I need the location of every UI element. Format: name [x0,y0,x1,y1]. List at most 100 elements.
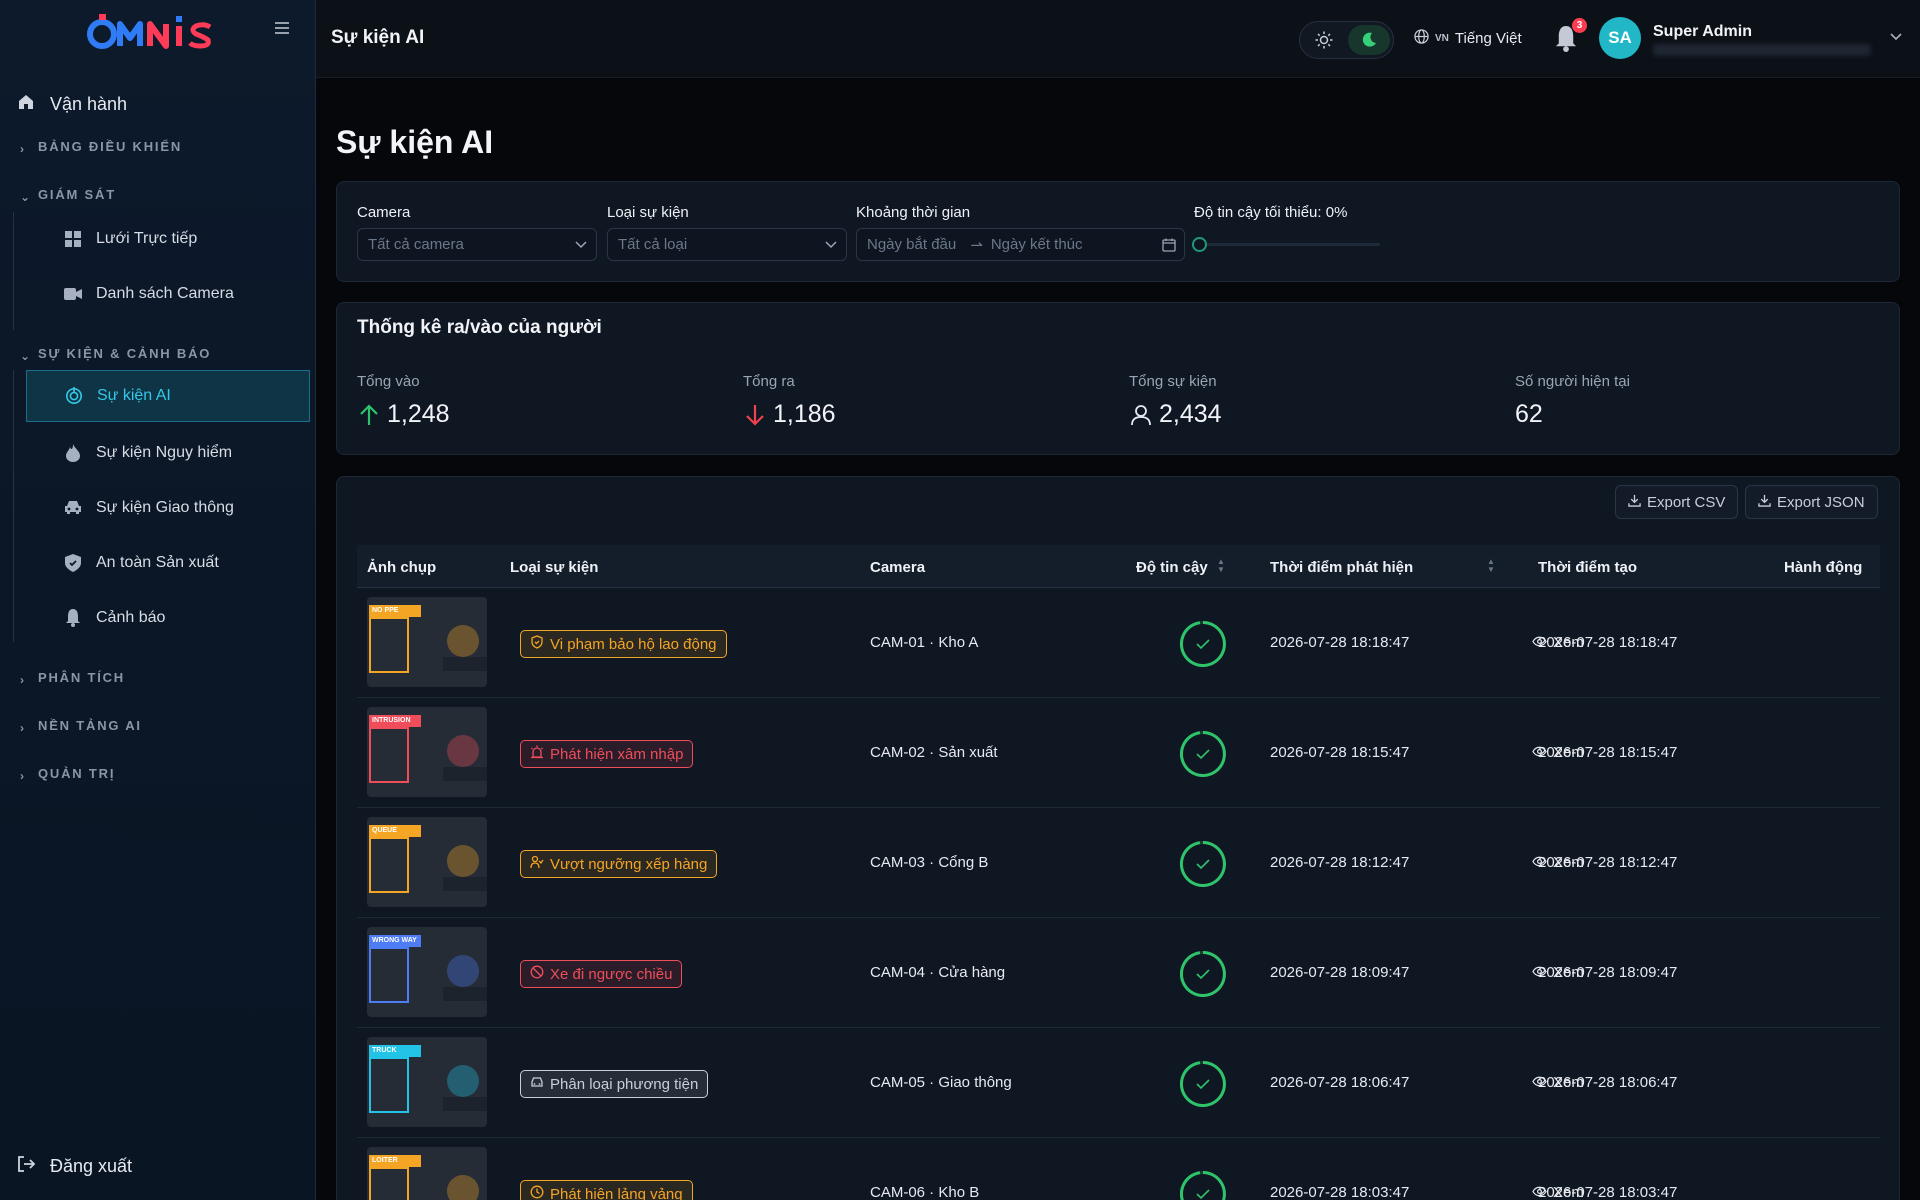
sidebar-item-danger-events[interactable]: Sự kiện Nguy hiểm [26,427,310,479]
view-button[interactable]: Xem [1532,634,1584,651]
arrow-down-icon [743,403,767,427]
sidebar-item-live-grid[interactable]: Lưới Trực tiếp [26,213,310,265]
sun-icon[interactable] [1303,25,1345,55]
sidebar-item-production-safety[interactable]: An toàn Sản xuất [26,537,310,589]
table-row: QUEUE Vượt ngưỡng xếp hàng CAM-03 · Cổng… [357,808,1880,918]
snapshot-subject [447,735,479,767]
table-header: Ảnh chụp Loại sự kiện Camera Độ tin cậy … [357,545,1880,588]
section-dashboard-label: BẢNG ĐIỀU KHIỂN [38,139,183,154]
fire-icon [64,444,82,462]
snapshot-bounding-box [369,727,409,783]
col-event-type: Loại sự kiện [510,559,599,576]
sidebar-item-alerts[interactable]: Cảnh báo [26,592,310,644]
camera-name: CAM-06 · Kho B [870,1184,980,1200]
event-snapshot-thumbnail[interactable]: LOITER [367,1147,487,1200]
table-row: INTRUSION Phát hiện xâm nhập CAM-02 · Sả… [357,698,1880,808]
section-analytics[interactable]: › PHÂN TÍCH [20,670,125,687]
user-icon [1129,403,1153,427]
section-admin[interactable]: › QUẢN TRỊ [20,766,115,783]
section-dashboard[interactable]: › BẢNG ĐIỀU KHIỂN [20,139,183,156]
sort-icon[interactable]: ▲ ▼ [1217,558,1227,574]
ban-icon [530,965,544,983]
stat-value: 62 [1515,400,1543,428]
clock-icon [530,1185,544,1200]
section-monitor[interactable]: ⌄ GIÁM SÁT [20,187,116,204]
snapshot-shadow [443,987,487,1001]
target-icon [65,387,83,405]
table-row: WRONG WAY Xe đi ngược chiều CAM-04 · Cửa… [357,918,1880,1028]
omnis-logo[interactable] [86,14,230,50]
section-platform[interactable]: › NỀN TẢNG AI [20,718,142,735]
moon-icon[interactable] [1348,25,1390,55]
sidebar-item-ai-events[interactable]: Sự kiện AI [26,370,310,422]
detected-at: 2026-07-28 18:15:47 [1270,744,1410,761]
snapshot-tag: QUEUE [369,825,421,837]
sidebar-item-camera-list[interactable]: Danh sách Camera [26,268,310,320]
view-button[interactable]: Xem [1532,964,1584,981]
logout-button[interactable]: Đăng xuất [16,1154,132,1179]
user-name[interactable]: Super Admin [1653,23,1752,41]
table-row: NO PPE Vi phạm bảo hộ lao động CAM-01 · … [357,588,1880,698]
chevron-down-icon: ⌄ [20,348,32,363]
event-type-badge: Phát hiện lảng vảng [520,1180,693,1200]
col-snapshot: Ảnh chụp [367,559,437,576]
bell-icon [64,609,82,627]
col-confidence[interactable]: Độ tin cậy [1136,559,1208,576]
col-detected-at[interactable]: Thời điểm phát hiện [1270,559,1413,576]
event-snapshot-thumbnail[interactable]: WRONG WAY [367,927,487,1017]
camera-name: CAM-01 · Kho A [870,634,979,651]
camera-filter-label: Camera [357,204,411,221]
camera-select[interactable]: Tất cả camera [357,228,597,261]
confidence-slider-handle[interactable] [1192,237,1207,252]
event-snapshot-thumbnail[interactable]: INTRUSION [367,707,487,797]
confidence-slider-track[interactable] [1198,243,1380,246]
download-icon [1758,494,1771,511]
view-button[interactable]: Xem [1532,744,1584,761]
sidebar-item-label: Sự kiện Nguy hiểm [96,444,233,461]
event-snapshot-thumbnail[interactable]: TRUCK [367,1037,487,1127]
start-date-input[interactable]: Ngày bắt đầu [867,236,956,253]
home-icon [16,92,36,117]
nav-operations[interactable]: Vận hành [16,92,127,117]
chevron-down-icon[interactable] [1890,30,1902,44]
event-snapshot-thumbnail[interactable]: NO PPE [367,597,487,687]
view-button[interactable]: Xem [1532,854,1584,871]
download-icon [1628,494,1641,511]
event-type-badge: Xe đi ngược chiều [520,960,683,988]
chevron-down-icon [824,237,837,249]
language-selector[interactable]: VN Tiếng Việt [1414,29,1522,48]
view-button[interactable]: Xem [1532,1074,1584,1091]
theme-toggle[interactable] [1299,21,1394,59]
export-csv-label: Export CSV [1647,493,1726,511]
table-row: LOITER Phát hiện lảng vảng CAM-06 · Kho … [357,1138,1880,1200]
date-range-picker[interactable]: Ngày bắt đầu ⇀ Ngày kết thúc [856,228,1185,261]
event-type-label: Phát hiện xâm nhập [550,745,684,763]
event-type-select[interactable]: Tất cả loại [607,228,847,261]
detected-at: 2026-07-28 18:12:47 [1270,854,1410,871]
avatar[interactable]: SA [1599,17,1641,59]
camera-name: CAM-05 · Giao thông [870,1074,1012,1091]
stats-title: Thống kê ra/vào của người [357,317,602,338]
end-date-input[interactable]: Ngày kết thúc [991,236,1083,253]
calendar-icon[interactable] [1162,238,1176,252]
event-type-label: Phát hiện lảng vảng [550,1185,683,1200]
snapshot-subject [447,1065,479,1097]
event-type-badge: Vượt ngưỡng xếp hàng [520,850,718,878]
stat-value: 1,248 [387,400,450,428]
export-csv-button[interactable]: Export CSV [1615,485,1739,519]
section-events[interactable]: ⌄ SỰ KIỆN & CẢNH BÁO [20,346,212,363]
sort-icon[interactable]: ▲ ▼ [1487,558,1497,574]
stat-label: Tổng ra [743,373,795,390]
eye-icon [1532,964,1547,981]
event-type-select-value: Tất cả loại [618,236,688,253]
event-snapshot-thumbnail[interactable]: QUEUE [367,817,487,907]
arrow-up-icon [357,403,381,427]
view-button[interactable]: Xem [1532,1184,1584,1200]
chevron-right-icon: › [20,720,26,735]
notification-count-badge: 3 [1572,18,1587,33]
export-json-button[interactable]: Export JSON [1745,485,1878,519]
sidebar-item-traffic-events[interactable]: Sự kiện Giao thông [26,482,310,534]
menu-toggle-icon[interactable] [272,18,292,38]
section-events-label: SỰ KIỆN & CẢNH BÁO [38,346,212,361]
filter-panel: Camera Tất cả camera Loại sự kiện Tất cả… [336,181,1900,282]
